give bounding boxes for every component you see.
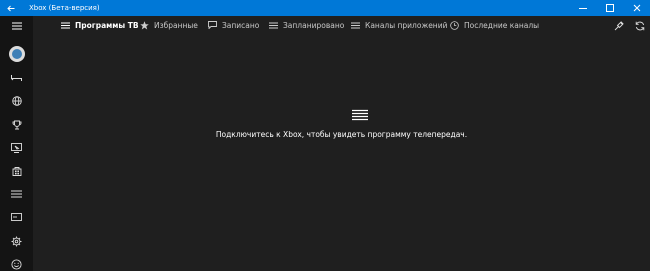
scheduled-icon [269,21,278,30]
hamburger-icon [11,22,22,30]
refresh-button[interactable] [634,20,645,31]
sidebar-item-settings[interactable] [0,231,33,251]
sidebar [0,16,33,271]
empty-state-message: Подключитесь к Xbox, чтобы увидеть прогр… [215,130,468,139]
app-window: Xbox (Бета-версия) Программы ТВ Избранны… [0,0,650,271]
remote-button[interactable] [613,20,624,31]
sidebar-item-network[interactable] [0,91,33,111]
sidebar-profile-avatar[interactable] [0,44,33,64]
home-icon [11,75,22,81]
sidebar-item-onegude[interactable] [0,184,33,204]
tab-label: Запланировано [283,20,345,30]
sidebar-item-connect[interactable] [0,207,33,227]
tab-app-channels[interactable]: Каналы приложений [351,16,447,34]
globe-icon [11,96,22,106]
tab-scheduled[interactable]: Запланировано [269,16,344,34]
tab-label: Последние каналы [464,20,540,30]
close-button[interactable] [623,0,650,16]
maximize-icon [605,4,614,12]
gear-icon [11,236,22,246]
tab-favorites[interactable]: Избранные [140,16,198,34]
tab-recorded[interactable]: Записано [208,16,259,34]
list-icon [352,109,368,121]
trophy-icon [12,120,21,130]
maximize-button[interactable] [596,0,623,16]
close-icon [633,4,640,12]
recorded-icon [208,21,217,30]
clock-icon [450,20,459,30]
avatar-image [11,49,22,59]
star-icon [140,20,149,30]
sidebar-item-store[interactable] [0,161,33,181]
avatar [8,46,25,62]
tab-label: Программы ТВ [75,20,139,30]
list-icon [351,21,360,30]
minimize-button[interactable] [569,0,596,16]
tab-recent-channels[interactable]: Последние каналы [450,16,539,34]
tab-label: Записано [222,20,260,30]
title-bar: Xbox (Бета-версия) [0,0,650,16]
back-button[interactable] [0,0,22,16]
sidebar-item-home[interactable] [0,68,33,88]
sidebar-item-feedback[interactable] [0,254,33,271]
tab-tv-programs[interactable]: Программы ТВ [61,16,139,34]
minimize-icon [578,8,587,9]
back-arrow-icon [7,5,15,11]
sidebar-item-achievements[interactable] [0,115,33,135]
sidebar-hamburger-button[interactable] [0,16,33,36]
remote-icon [614,20,624,30]
window-title: Xbox (Бета-версия) [29,4,100,12]
main-content: Подключитесь к Xbox, чтобы увидеть прогр… [33,34,650,271]
store-icon [12,167,21,176]
tab-label: Избранные [154,20,198,30]
sidebar-item-game-dvr[interactable] [0,138,33,158]
list-icon [11,190,22,198]
list-icon [61,21,70,30]
tab-bar: Программы ТВ Избранные Записано Запланир… [33,16,650,34]
dvr-icon [11,143,22,153]
window-controls [569,0,650,16]
tab-label: Каналы приложений [365,20,448,30]
console-icon [11,213,22,221]
refresh-icon [635,21,644,30]
smiley-icon [11,258,22,270]
